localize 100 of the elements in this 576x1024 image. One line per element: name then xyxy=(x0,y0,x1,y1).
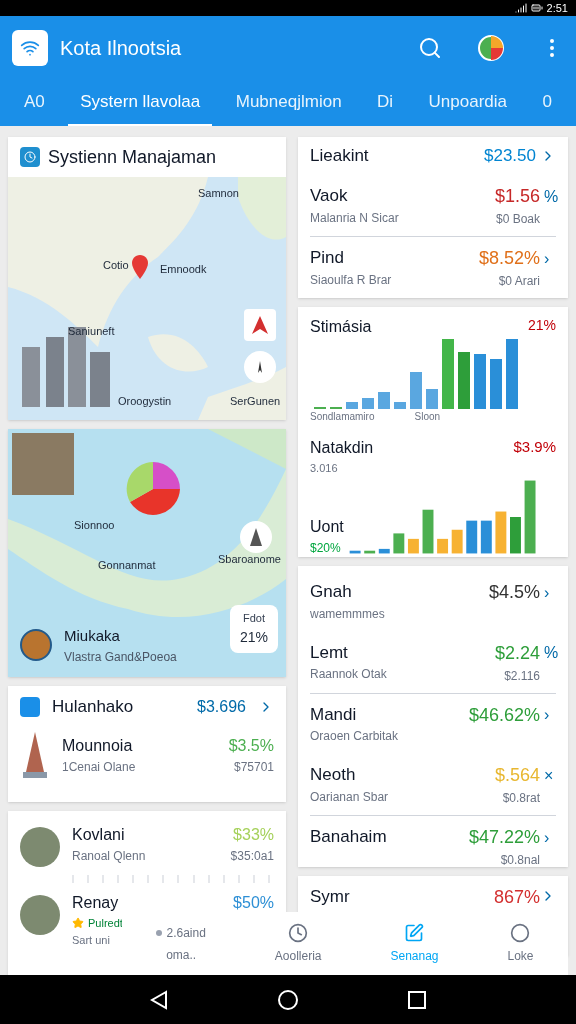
list-row[interactable]: Gnah wamemmmes $4.5% › xyxy=(310,570,556,631)
item-value: $2.24 xyxy=(494,641,540,665)
chart-bar xyxy=(466,520,478,553)
tab[interactable]: Mubneqjlmion xyxy=(223,80,354,126)
map-label: Gonnanmat xyxy=(98,558,156,573)
item-subtitle: Malanria N Sicar xyxy=(310,209,399,227)
tab[interactable]: Unpoardia xyxy=(416,80,520,126)
map-label: Emnoodk xyxy=(160,262,207,277)
chart-bar xyxy=(393,532,405,553)
chart-bar xyxy=(346,402,358,409)
nav-note: 2.6aind xyxy=(156,923,206,942)
item-value: $8.52% xyxy=(478,247,540,270)
clock-icon xyxy=(20,147,40,167)
list-row[interactable]: Vaok Malanria N Sicar $1.56 % $0 Boak xyxy=(310,174,556,236)
item-subtitle: Oraoen Carbitak xyxy=(310,728,399,745)
item-value: $.564 xyxy=(494,764,540,787)
tablet-icon xyxy=(20,697,40,717)
home-icon[interactable] xyxy=(277,988,299,1011)
chart-bar xyxy=(410,372,422,409)
trail-mark: › xyxy=(544,827,551,848)
chart-bar xyxy=(506,339,518,409)
item-name: Renay xyxy=(72,893,120,913)
list-row[interactable]: Lemt Raannok Otak $2.24 % $2.116 xyxy=(310,630,556,693)
axis-label: Sondlamamiro xyxy=(310,410,375,424)
card-value: $3.696 xyxy=(197,697,246,717)
badge-label: Pulredt xyxy=(88,916,123,931)
arrow-icon xyxy=(252,316,268,334)
section-value: $3.9% xyxy=(513,437,556,457)
chart-bar xyxy=(481,520,493,553)
list-row[interactable]: Pind Siaoulfa R Brar $8.52% › $0 Arari xyxy=(310,236,556,298)
item-value: $33% xyxy=(233,825,274,845)
item-name: Banahaim xyxy=(310,826,387,848)
list-row[interactable]: Mandi Oraoen Carbitak $46.62% › xyxy=(310,692,556,753)
photo-placeholder xyxy=(20,895,60,935)
photo-placeholder xyxy=(20,827,60,867)
tower-icon xyxy=(20,732,50,778)
status-time: 2:51 xyxy=(546,0,568,16)
map-label: Oroogystin xyxy=(118,394,172,409)
place-name: Miukaka xyxy=(64,626,121,646)
map-label: Sbaroanome xyxy=(218,552,281,567)
nav-item[interactable]: 2.6aind oma.. xyxy=(156,923,206,964)
chart-bar xyxy=(458,352,470,409)
edit-icon xyxy=(404,922,425,943)
item-subvalue: $0.8nal xyxy=(500,852,540,869)
photo-placeholder xyxy=(12,433,74,495)
item-subvalue: $0.8rat xyxy=(502,790,540,807)
item-name: Symr xyxy=(310,886,351,908)
item-name: Mandi xyxy=(310,703,358,726)
card-title: Lieakint xyxy=(310,144,370,167)
item-subvalue: $0 Arari xyxy=(498,273,540,290)
search-icon[interactable] xyxy=(418,36,442,60)
item-subtitle: 1Cenai Olane xyxy=(62,759,137,776)
trail-mark: % xyxy=(544,643,556,663)
item-name: Gnah xyxy=(310,581,353,603)
list-row[interactable]: Neoth Oarianan Sbar $.564 × $0.8rat xyxy=(310,753,556,815)
card-title: Stimásia xyxy=(310,317,372,337)
item-name: Kovlani xyxy=(72,825,126,845)
back-icon[interactable] xyxy=(150,989,169,1010)
chart-bar xyxy=(378,392,390,409)
chart-bar xyxy=(474,354,486,409)
item-subtitle: Siaoulfa R Brar xyxy=(310,271,392,289)
item-name: Lemt xyxy=(310,641,349,664)
compass-button[interactable] xyxy=(244,309,276,341)
section-title: Natakdin xyxy=(310,438,374,458)
item-name: Mounnoia xyxy=(62,736,134,756)
item-subvalue: $75701 xyxy=(233,759,274,776)
card-value: 21% xyxy=(527,316,556,335)
pie-chart-icon xyxy=(126,462,180,516)
item-name: Neoth xyxy=(310,764,357,786)
axis-label: Sloon xyxy=(414,410,441,424)
map-label: Saniuneft xyxy=(68,324,115,339)
chart-bar xyxy=(437,538,449,553)
pie-chart-icon[interactable] xyxy=(478,35,504,61)
chart-bar xyxy=(426,389,438,409)
map-label: Sionnoo xyxy=(74,518,115,533)
chart-bar xyxy=(495,511,507,553)
nav-item[interactable]: Aoolleria xyxy=(274,922,322,965)
trail-mark: % xyxy=(544,186,556,207)
section-value: $20% xyxy=(310,539,342,557)
chart-bar xyxy=(408,538,420,553)
stat-value: 21% xyxy=(240,627,268,647)
tab[interactable]: Systern llavolaa xyxy=(68,80,213,126)
nav-item[interactable]: Loke xyxy=(507,922,534,965)
section-subtitle: 3.016 xyxy=(310,461,339,476)
item-value: $50% xyxy=(233,893,274,913)
chart-bar xyxy=(422,509,434,553)
tab[interactable]: Di xyxy=(365,80,406,126)
tab[interactable]: 0 xyxy=(530,80,564,126)
star-icon xyxy=(72,917,84,930)
tab[interactable]: A0 xyxy=(12,80,57,126)
battery-icon xyxy=(530,2,543,14)
chart-bar xyxy=(350,550,361,553)
recents-icon[interactable] xyxy=(407,990,426,1009)
item-subvalue: $0 Boak xyxy=(495,211,540,228)
item-value: $3.5% xyxy=(228,736,274,756)
item-subvalue: $35:0a1 xyxy=(230,848,274,865)
nav-item[interactable]: Senanag xyxy=(390,922,439,965)
clock-icon xyxy=(288,922,309,943)
item-subtitle: wamemmmes xyxy=(310,605,385,623)
place-caption: Vlastra Gand&Poeoa xyxy=(64,648,177,666)
